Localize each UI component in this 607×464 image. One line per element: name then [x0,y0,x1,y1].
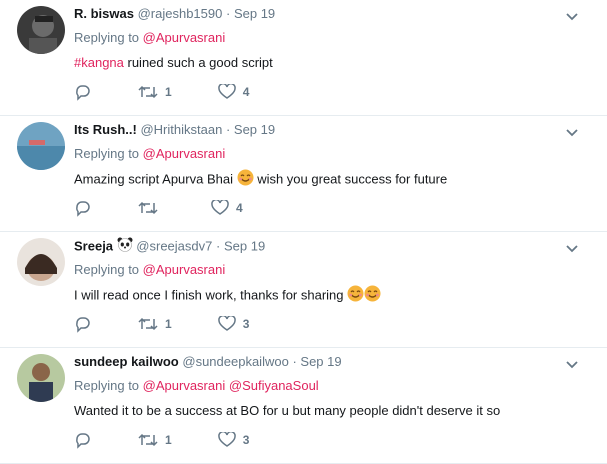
retweet-count: 1 [165,433,172,447]
smiling-face-icon [364,285,381,307]
like-button[interactable]: 3 [217,316,250,332]
avatar[interactable] [17,354,65,402]
author-handle[interactable]: @Hrithikstaan [140,122,222,137]
reply-button[interactable] [74,315,92,333]
retweet-button[interactable]: 1 [138,432,172,448]
tweet-text-body-end: wish you great success for future [253,171,448,187]
tweet-text-body: ruined such a good script [123,55,273,70]
avatar[interactable] [17,238,65,286]
like-count: 3 [242,433,250,447]
chevron-down-icon[interactable] [565,10,579,25]
reply-mention-link[interactable]: @Apurvasrani [143,262,226,277]
replying-to-label: Replying to [74,262,140,277]
like-count: 4 [242,85,250,99]
separator: · [216,238,221,254]
tweet-text: Wanted it to be a success at BO for u bu… [74,401,567,420]
separator: · [225,122,231,137]
like-count: 4 [236,201,243,215]
reply-icon [76,317,90,333]
reply-button[interactable] [74,83,92,101]
like-button[interactable]: 3 [217,432,250,448]
retweet-icon [138,317,158,331]
tweet-text-body: Amazing script Apurva Bhai [74,171,237,187]
reply-mention-link-2[interactable]: @SufiyanaSoul [229,378,319,393]
heart-icon [217,432,236,447]
author-name[interactable]: Sreeja [74,238,113,253]
replying-to-label: Replying to [74,146,140,161]
tweet[interactable]: R. biswas @rajeshb1590 · Sep 19 Replying… [0,0,607,116]
author-name[interactable]: R. biswas [74,6,134,21]
reply-mention-link[interactable]: @Apurvasrani [143,146,226,161]
heart-icon [217,84,236,99]
tweet-date[interactable]: Sep 19 [234,6,275,21]
author-name[interactable]: Its Rush..! [74,122,137,137]
author-handle[interactable]: @sreejasdv7 [136,238,212,253]
tweet-date[interactable]: Sep 19 [234,122,275,137]
smiling-face-icon [347,285,364,307]
panda-face-icon [117,237,133,257]
tweet-text: Amazing script Apurva Bhai wish you grea… [74,169,567,191]
tweet-text-body: Wanted it to be a success at BO for u bu… [74,403,501,418]
separator: · [292,354,297,369]
like-button[interactable]: 4 [211,200,243,216]
retweet-icon [138,201,158,215]
author-handle[interactable]: @rajeshb1590 [138,6,223,21]
replying-to-label: Replying to [74,378,140,393]
like-button[interactable]: 4 [217,84,250,100]
tweet-date[interactable]: Sep 19 [300,354,341,369]
tweet[interactable]: Its Rush..! @Hrithikstaan · Sep 19 Reply… [0,116,607,232]
author-handle[interactable]: @sundeepkailwoo [182,354,288,369]
replying-to-label: Replying to [74,30,140,45]
reply-icon [76,201,90,217]
retweet-button[interactable]: 1 [138,84,172,100]
tweet-text: #kangna ruined such a good script [74,53,567,72]
chevron-down-icon[interactable] [565,242,579,257]
reply-mention-link[interactable]: @Apurvasrani [143,30,226,45]
tweet[interactable]: Sreeja @sreejasdv7 · Sep 19 Replying to … [0,232,607,348]
author-name[interactable]: sundeep kailwoo [74,354,179,369]
chevron-down-icon[interactable] [565,358,579,373]
like-count: 3 [242,317,250,331]
reply-button[interactable] [74,199,92,217]
reply-icon [76,433,90,449]
reply-button[interactable] [74,431,92,449]
retweet-button[interactable]: 1 [138,316,172,332]
retweet-count: 1 [165,317,172,331]
avatar[interactable] [17,6,65,54]
tweet-date[interactable]: Sep 19 [224,238,265,253]
tweet[interactable]: sundeep kailwoo @sundeepkailwoo · Sep 19… [0,348,607,464]
chevron-down-icon[interactable] [565,126,579,141]
heart-icon [217,316,236,331]
hashtag-link[interactable]: #kangna [74,55,124,70]
retweet-button[interactable] [138,200,165,216]
retweet-icon [138,433,158,447]
tweet-text-body: I will read once I finish work, thanks f… [74,287,348,303]
smiling-face-icon [237,169,254,191]
avatar[interactable] [17,122,65,170]
tweet-text: I will read once I finish work, thanks f… [74,285,567,307]
retweet-icon [138,85,158,99]
reply-icon [76,85,90,101]
separator: · [225,6,231,21]
reply-mention-link[interactable]: @Apurvasrani [143,378,226,393]
retweet-count: 1 [165,85,172,99]
heart-icon [211,200,229,215]
